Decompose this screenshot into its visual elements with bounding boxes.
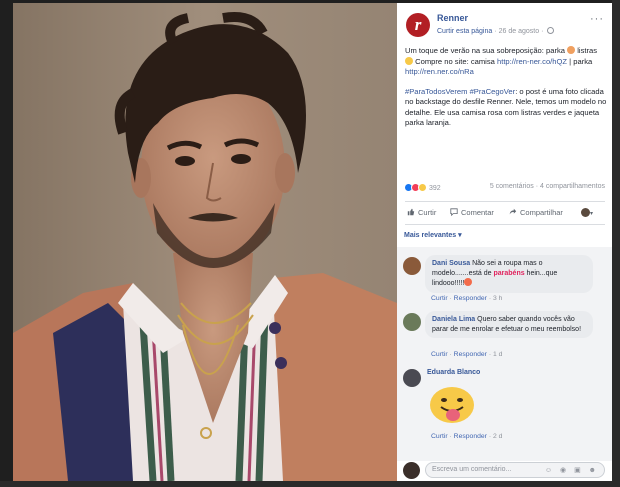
comment-time[interactable]: 1 d [493, 351, 502, 358]
share-button[interactable]: Compartilhar [509, 208, 563, 217]
reaction-avatar-selector[interactable]: ▾ [581, 208, 593, 217]
comment-placeholder: Escreva um comentário... [432, 466, 512, 473]
sticker-tongue-face-icon [430, 387, 474, 423]
like-button[interactable]: Curtir [407, 208, 436, 217]
parka-link[interactable]: http://ren.ner.co/nRa [405, 67, 474, 76]
post-text-part: Um toque de verão na sua sobreposição: p… [405, 46, 568, 55]
comment-sort-dropdown[interactable]: Mais relevantes ▾ [404, 231, 462, 239]
emoji-icon [567, 46, 576, 54]
post-header: r Renner Curtir esta página · 26 de agosto… [397, 3, 612, 43]
post-text-part: Compre no site: camisa [413, 56, 497, 66]
comments-count[interactable]: 5 comentários [490, 183, 534, 190]
post-meta: Curtir esta página · 26 de agosto · [437, 27, 555, 35]
post-date[interactable]: 26 de agosto [499, 28, 539, 35]
divider [405, 201, 605, 202]
comment-actions: Curtir · Responder · 1 d [431, 351, 503, 358]
comment-bubble: Daniela Lima Quero saber quando vocês vã… [425, 311, 593, 338]
avatar[interactable] [403, 369, 421, 387]
thumbs-up-icon [407, 208, 415, 216]
comment-author[interactable]: Eduarda Blanco [427, 369, 480, 376]
wow-reaction-icon [418, 183, 427, 192]
avatar [403, 462, 420, 479]
like-page-link[interactable]: Curtir esta página [437, 28, 492, 35]
share-label: Compartilhar [520, 208, 563, 217]
comment-reply-link[interactable]: Responder [454, 295, 487, 302]
page-avatar[interactable]: r [406, 13, 430, 37]
composer-icons[interactable]: ☺ ◉ ▣ ☻ [545, 466, 599, 474]
shares-count[interactable]: 4 compartilhamentos [540, 183, 605, 190]
comment-time[interactable]: 3 h [493, 295, 502, 302]
more-options-icon[interactable]: ··· [590, 13, 604, 25]
comment-author[interactable]: Dani Sousa [432, 260, 470, 267]
post-panel: r Renner Curtir esta página · 26 de agosto… [397, 3, 612, 481]
comment-time[interactable]: 2 d [493, 433, 502, 440]
avatar[interactable] [403, 313, 421, 331]
divider [405, 224, 605, 225]
page-name-link[interactable]: Renner [437, 13, 468, 23]
post-text: Um toque de verão na sua sobreposição: p… [405, 46, 607, 138]
post-text-part: listras [575, 46, 598, 55]
share-icon [509, 208, 517, 215]
comment-composer: Escreva um comentário... ☺ ◉ ▣ ☻ [397, 461, 612, 481]
post-stats: 392 5 comentários · 4 compartilhamentos [404, 183, 609, 197]
comment-like-link[interactable]: Curtir [431, 295, 448, 302]
comments-section: Dani Sousa Não sei a roupa mas o modelo.… [397, 247, 612, 461]
window-edge [612, 0, 620, 487]
comment-bubble: Dani Sousa Não sei a roupa mas o modelo.… [425, 255, 593, 293]
highlighted-word: parabéns [493, 269, 525, 277]
comment-actions: Curtir · Responder · 3 h [431, 295, 503, 302]
comment-actions: Curtir · Responder · 2 d [431, 433, 503, 440]
avatar [581, 208, 590, 217]
reaction-count[interactable]: 392 [429, 185, 441, 192]
like-label: Curtir [418, 208, 437, 217]
comment-input[interactable]: Escreva um comentário... ☺ ◉ ▣ ☻ [425, 462, 605, 478]
hashtags-link[interactable]: #ParaTodosVerem #PraCegoVer [405, 87, 515, 96]
post-photo[interactable] [13, 3, 397, 481]
comment-author[interactable]: Daniela Lima [432, 316, 475, 323]
heart-eyes-emoji-icon [464, 278, 473, 286]
comment-like-link[interactable]: Curtir [431, 433, 448, 440]
smile-emoji-icon [405, 56, 413, 65]
comment-reply-link[interactable]: Responder [454, 351, 487, 358]
comment-button[interactable]: Comentar [450, 208, 494, 217]
avatar[interactable] [403, 257, 421, 275]
comment-reply-link[interactable]: Responder [454, 433, 487, 440]
globe-icon [547, 27, 555, 34]
post-actions: Curtir Comentar Compartilhar ▾ [405, 205, 610, 223]
post-text-part: | parka [567, 56, 593, 66]
chevron-down-icon: ▾ [590, 211, 594, 217]
window-bottom-edge [0, 481, 620, 487]
comment-label: Comentar [461, 208, 494, 217]
comment-icon [450, 208, 458, 216]
model-illustration [13, 3, 397, 481]
shirt-link[interactable]: http://ren-ner.co/hQZ [497, 57, 567, 66]
comment-like-link[interactable]: Curtir [431, 351, 448, 358]
